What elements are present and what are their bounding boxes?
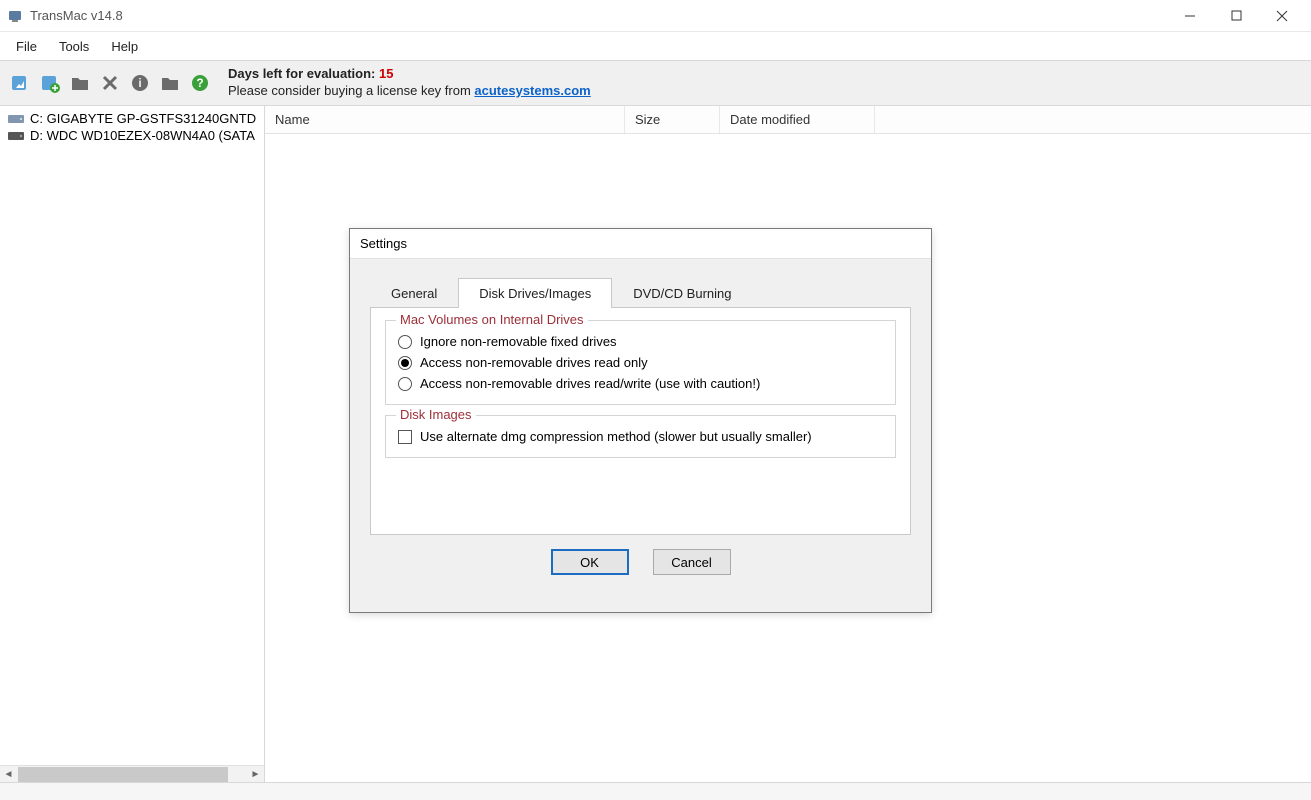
help-icon[interactable]: ? — [188, 71, 212, 95]
radio-label: Access non-removable drives read/write (… — [420, 376, 760, 391]
drive-icon — [8, 113, 24, 125]
maximize-button[interactable] — [1213, 2, 1259, 30]
menu-tools[interactable]: Tools — [49, 36, 99, 57]
fieldset-mac-volumes: Mac Volumes on Internal Drives Ignore no… — [385, 320, 896, 405]
folder-icon[interactable] — [68, 71, 92, 95]
drive-item-d[interactable]: D: WDC WD10EZEX-08WN4A0 (SATA — [6, 127, 264, 144]
radio-label: Ignore non-removable fixed drives — [420, 334, 617, 349]
column-size[interactable]: Size — [625, 106, 720, 133]
radio-read-only[interactable]: Access non-removable drives read only — [398, 352, 883, 373]
toolbar: i ? Days left for evaluation: 15 Please … — [0, 60, 1311, 106]
radio-read-write[interactable]: Access non-removable drives read/write (… — [398, 373, 883, 394]
scroll-right-arrow[interactable]: ► — [247, 766, 264, 783]
eval-please-text: Please consider buying a license key fro… — [228, 83, 474, 98]
checkbox-icon — [398, 430, 412, 444]
radio-icon — [398, 377, 412, 391]
column-name[interactable]: Name — [265, 106, 625, 133]
fieldset-legend: Disk Images — [396, 407, 476, 422]
radio-label: Access non-removable drives read only — [420, 355, 648, 370]
tab-content: Mac Volumes on Internal Drives Ignore no… — [370, 307, 911, 535]
radio-icon — [398, 335, 412, 349]
window-controls — [1167, 2, 1305, 30]
column-date[interactable]: Date modified — [720, 106, 875, 133]
svg-text:?: ? — [196, 76, 203, 90]
folder2-icon[interactable] — [158, 71, 182, 95]
dialog-buttons: OK Cancel — [370, 535, 911, 575]
statusbar — [0, 782, 1311, 800]
close-button[interactable] — [1259, 2, 1305, 30]
tree-horizontal-scrollbar[interactable]: ◄ ► — [0, 765, 264, 782]
minimize-button[interactable] — [1167, 2, 1213, 30]
app-icon — [6, 7, 24, 25]
window-title: TransMac v14.8 — [30, 8, 123, 23]
dialog-tabs: General Disk Drives/Images DVD/CD Burnin… — [370, 277, 911, 307]
info-icon[interactable]: i — [128, 71, 152, 95]
open-image-icon[interactable] — [8, 71, 32, 95]
menu-file[interactable]: File — [6, 36, 47, 57]
drive-icon — [8, 130, 24, 142]
svg-text:i: i — [138, 76, 141, 90]
ok-button[interactable]: OK — [551, 549, 629, 575]
eval-days-label: Days left for evaluation: — [228, 66, 379, 81]
dialog-title: Settings — [350, 229, 931, 259]
drive-item-c[interactable]: C: GIGABYTE GP-GSTFS31240GNTD — [6, 110, 264, 127]
tab-general[interactable]: General — [370, 278, 458, 308]
menubar: File Tools Help — [0, 32, 1311, 60]
fieldset-disk-images: Disk Images Use alternate dmg compressio… — [385, 415, 896, 458]
evaluation-message: Days left for evaluation: 15 Please cons… — [228, 66, 591, 100]
new-image-icon[interactable] — [38, 71, 62, 95]
delete-icon[interactable] — [98, 71, 122, 95]
fieldset-legend: Mac Volumes on Internal Drives — [396, 312, 588, 327]
drive-label: C: GIGABYTE GP-GSTFS31240GNTD — [30, 111, 256, 126]
checkbox-alt-compression[interactable]: Use alternate dmg compression method (sl… — [398, 426, 883, 447]
drive-label: D: WDC WD10EZEX-08WN4A0 (SATA — [30, 128, 255, 143]
list-header: Name Size Date modified — [265, 106, 1311, 134]
tab-dvd-cd[interactable]: DVD/CD Burning — [612, 278, 752, 308]
toolbar-icons: i ? — [8, 71, 212, 95]
scroll-thumb[interactable] — [18, 767, 228, 782]
settings-dialog: Settings General Disk Drives/Images DVD/… — [349, 228, 932, 613]
scroll-left-arrow[interactable]: ◄ — [0, 766, 17, 783]
radio-icon — [398, 356, 412, 370]
dialog-body: General Disk Drives/Images DVD/CD Burnin… — [350, 259, 931, 585]
drive-tree: C: GIGABYTE GP-GSTFS31240GNTD D: WDC WD1… — [0, 106, 265, 782]
menu-help[interactable]: Help — [101, 36, 148, 57]
tab-disk-drives[interactable]: Disk Drives/Images — [458, 278, 612, 308]
eval-days-value: 15 — [379, 66, 393, 81]
eval-link[interactable]: acutesystems.com — [474, 83, 590, 98]
titlebar: TransMac v14.8 — [0, 0, 1311, 32]
cancel-button[interactable]: Cancel — [653, 549, 731, 575]
checkbox-label: Use alternate dmg compression method (sl… — [420, 429, 812, 444]
radio-ignore-fixed[interactable]: Ignore non-removable fixed drives — [398, 331, 883, 352]
